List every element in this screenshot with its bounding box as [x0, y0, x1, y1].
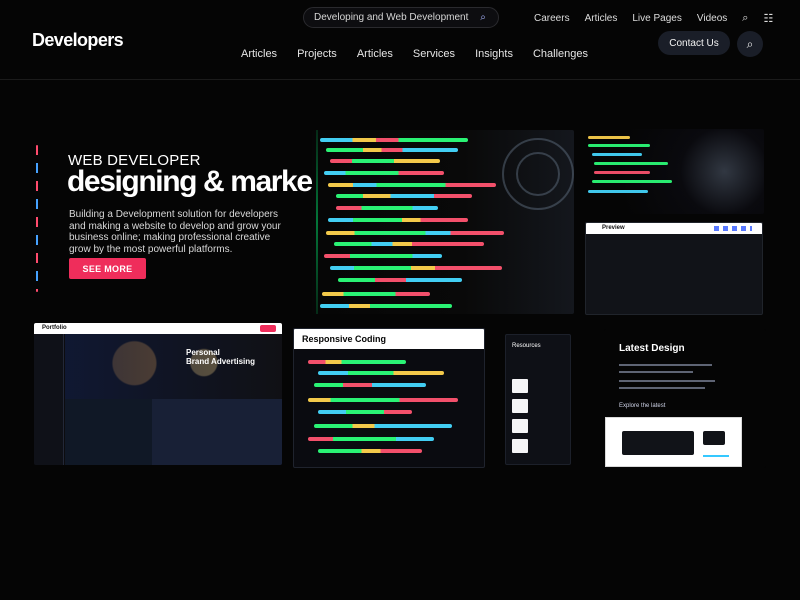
- preview-nav-dots: [714, 226, 752, 231]
- responsive-coding-title: Responsive Coding: [294, 329, 484, 349]
- resource-preview-card: Resources: [505, 334, 571, 465]
- hero-description: Building a Development solution for deve…: [69, 209, 293, 255]
- code-line: [336, 194, 472, 198]
- search-field[interactable]: Developing and Web Development ⌕: [303, 7, 499, 28]
- mini-code-line: [592, 153, 642, 156]
- latest-design-caption: Explore the latest: [619, 403, 666, 409]
- see-more-button[interactable]: SEE MORE: [69, 258, 146, 279]
- resource-thumbnail: [512, 439, 528, 453]
- hero-description-line-4: grow by the most powerful platforms.: [69, 243, 233, 255]
- utility-link-articles[interactable]: Articles: [585, 13, 618, 24]
- code-line: [330, 266, 502, 270]
- code-line: [308, 398, 458, 402]
- hero-description-line-1: Building a Development solution for deve…: [69, 209, 279, 220]
- latest-design-accent-line: [703, 455, 729, 457]
- latest-design-card: Latest Design Explore the latest: [604, 329, 766, 468]
- nav-challenges[interactable]: Challenges: [533, 48, 588, 60]
- code-line: [338, 278, 462, 282]
- code-line: [326, 148, 458, 152]
- mini-code-line: [592, 180, 672, 183]
- latest-design-line: [619, 364, 712, 366]
- code-gutter: [316, 130, 318, 314]
- utility-link-live-pages[interactable]: Live Pages: [632, 13, 681, 24]
- code-line: [318, 371, 444, 375]
- portfolio-sidebar: [34, 334, 64, 465]
- resource-thumbnail: [512, 399, 528, 413]
- code-line: [322, 292, 430, 296]
- latest-design-line: [619, 371, 693, 373]
- resource-label: Resources: [512, 343, 541, 349]
- nav-services[interactable]: Services: [413, 48, 455, 60]
- resource-thumbnail: [512, 419, 528, 433]
- mini-code-line: [594, 171, 650, 174]
- utility-link-careers[interactable]: Careers: [534, 13, 570, 24]
- code-line: [326, 231, 504, 235]
- code-line: [328, 218, 468, 222]
- code-line: [324, 254, 442, 258]
- mini-code-line: [588, 136, 630, 139]
- code-line: [314, 424, 452, 428]
- contact-button[interactable]: Contact Us: [658, 31, 730, 55]
- hero-section: WEB DEVELOPER designing & marketing Buil…: [32, 145, 362, 295]
- latest-design-line: [619, 380, 715, 382]
- decorative-orb-ring: [516, 152, 560, 196]
- code-preview-small: [584, 129, 764, 214]
- code-line: [314, 383, 426, 387]
- code-line: [334, 242, 484, 246]
- nav-projects[interactable]: Projects: [297, 48, 337, 60]
- code-line: [318, 410, 412, 414]
- portfolio-title-line-2: Brand Advertising: [186, 356, 256, 366]
- portfolio-action-pill: [260, 325, 276, 332]
- mini-code-line: [588, 144, 650, 147]
- nav-articles-1[interactable]: Articles: [241, 48, 277, 60]
- primary-navigation: Articles Projects Articles Services Insi…: [241, 48, 588, 60]
- portfolio-brand: Portfolio: [42, 325, 67, 331]
- mini-code-line: [588, 190, 648, 193]
- brand-logo[interactable]: Developers: [32, 30, 124, 51]
- top-navigation-bar: Developers Developing and Web Developmen…: [0, 0, 800, 80]
- nav-articles-2[interactable]: Articles: [357, 48, 393, 60]
- latest-design-line: [619, 387, 705, 389]
- code-line: [336, 206, 438, 210]
- latest-design-preview-block: [622, 431, 694, 455]
- preview-label: Preview: [602, 225, 625, 231]
- portfolio-header-bar: [34, 323, 282, 334]
- code-line: [318, 449, 422, 453]
- resource-thumbnail: [512, 379, 528, 393]
- code-line: [320, 138, 468, 142]
- mini-code-line: [594, 162, 668, 165]
- search-input-value[interactable]: Developing and Web Development: [314, 12, 472, 23]
- search-icon[interactable]: ⌕: [478, 12, 488, 23]
- grid-icon[interactable]: ☷: [763, 12, 773, 25]
- code-line: [308, 437, 434, 441]
- search-icon[interactable]: ⌕: [742, 12, 748, 25]
- ui-preview-panel: Preview: [585, 222, 763, 315]
- portfolio-preview-card: Portfolio Personal Brand Advertising: [34, 323, 282, 465]
- latest-design-preview-chip: [703, 431, 725, 445]
- code-editor-preview: [312, 130, 574, 314]
- hero-description-line-3: business online; making professional cre…: [69, 232, 271, 243]
- search-icon[interactable]: ⌕: [737, 31, 763, 57]
- portfolio-lower-image: [65, 399, 282, 465]
- code-line: [308, 360, 406, 364]
- code-line: [330, 159, 440, 163]
- code-line: [320, 304, 452, 308]
- utility-link-videos[interactable]: Videos: [697, 13, 727, 24]
- hero-accent-rail: [36, 145, 38, 292]
- utility-navigation: Careers Articles Live Pages Videos ⌕ ☷: [534, 12, 773, 25]
- responsive-coding-card: Responsive Coding: [293, 328, 485, 468]
- nav-insights[interactable]: Insights: [475, 48, 513, 60]
- portfolio-title: Personal Brand Advertising: [186, 348, 256, 367]
- hero-description-line-2: and making a website to develop and grow…: [69, 220, 281, 232]
- latest-design-title: Latest Design: [619, 343, 685, 354]
- code-line: [324, 171, 444, 175]
- code-line: [328, 183, 496, 187]
